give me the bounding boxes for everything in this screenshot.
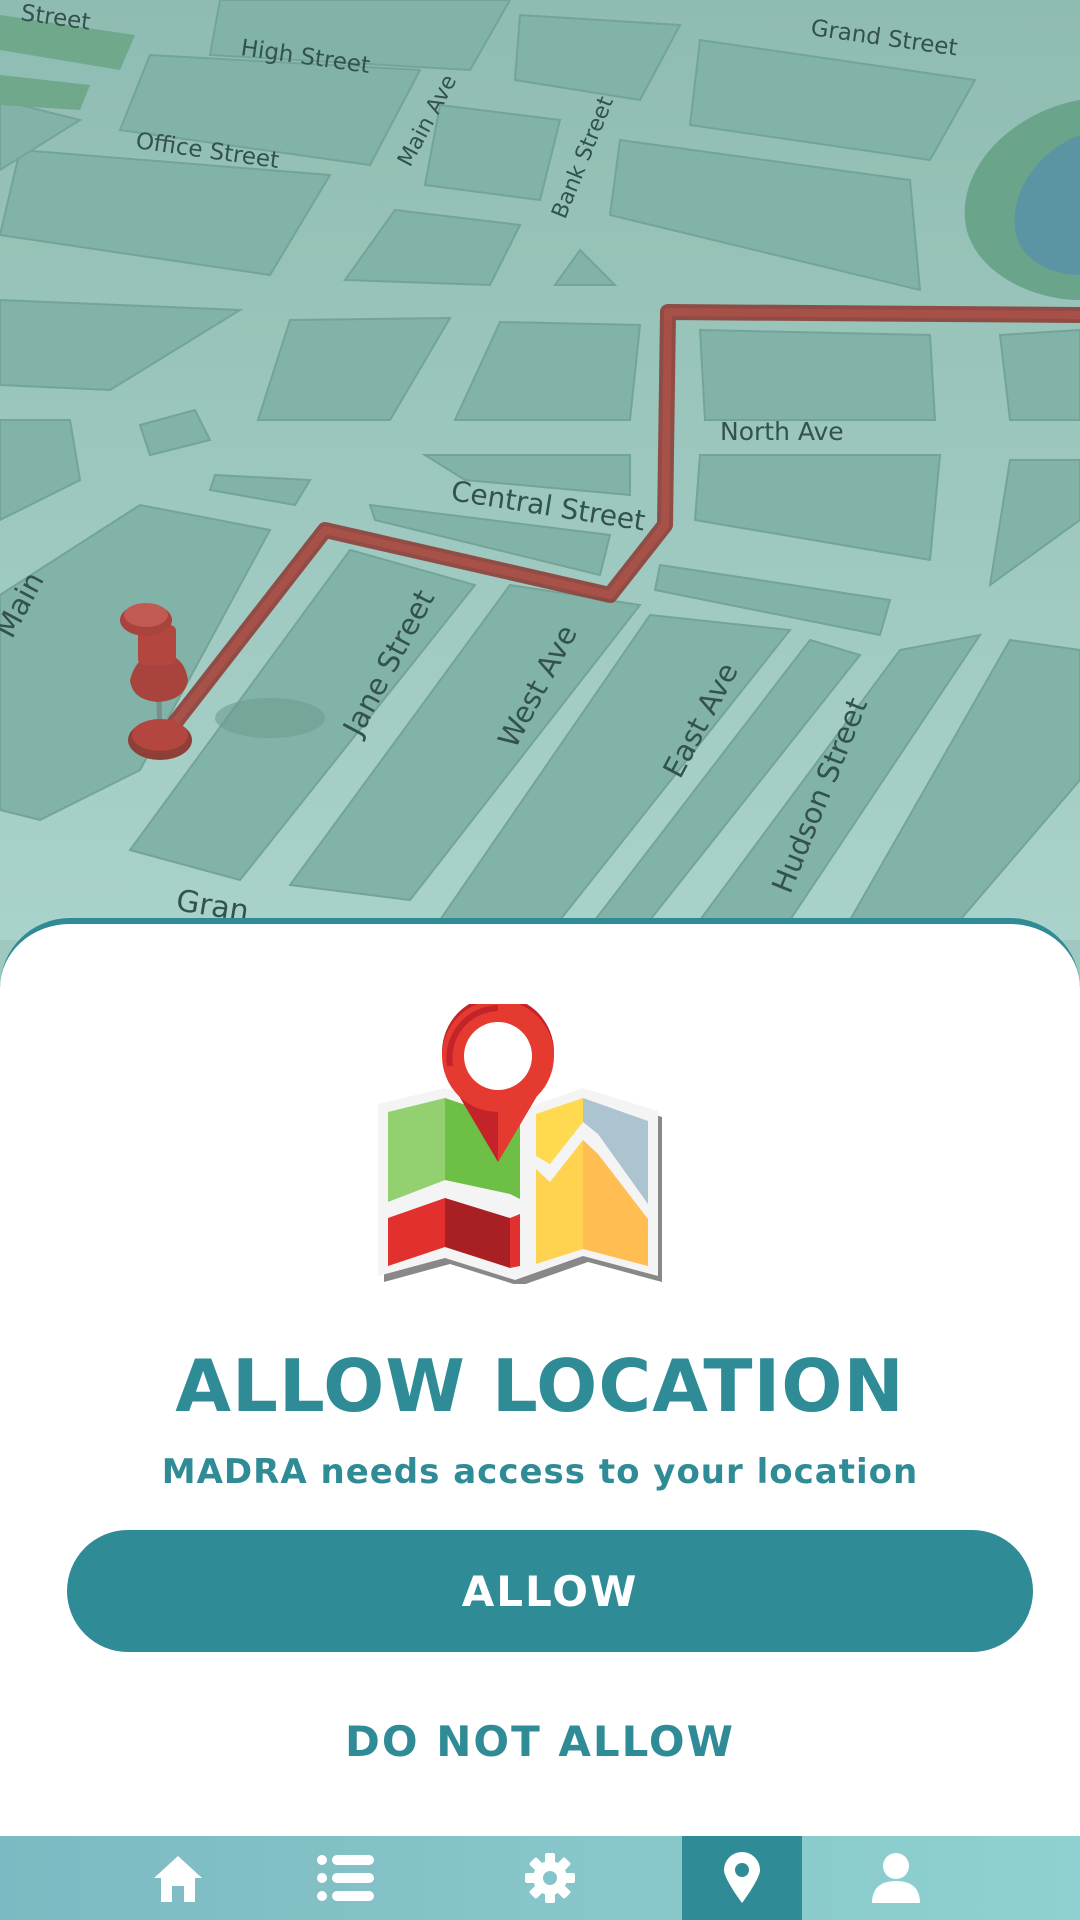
folded-map-with-pin-icon [370,996,710,1286]
gear-icon [525,1853,575,1903]
nav-profile[interactable] [836,1836,956,1920]
do-not-allow-button[interactable]: DO NOT ALLOW [290,1706,790,1776]
location-permission-sheet: ALLOW LOCATION MADRA needs access to you… [0,918,1080,1838]
user-icon [872,1853,920,1903]
map-street-label: North Ave [720,417,844,446]
location-pin-icon [724,1852,760,1903]
nav-settings[interactable] [490,1836,610,1920]
nav-list[interactable] [286,1836,406,1920]
dialog-title: ALLOW LOCATION [175,1344,905,1428]
nav-location[interactable] [682,1836,802,1920]
nav-home[interactable] [118,1836,238,1920]
bottom-nav [0,1836,1080,1920]
map-background[interactable]: Street High Street Grand Street Office S… [0,0,1080,940]
list-icon [317,1855,374,1901]
allow-button[interactable]: ALLOW [67,1530,1033,1652]
home-icon [154,1856,202,1902]
dialog-subtitle: MADRA needs access to your location [161,1452,919,1492]
